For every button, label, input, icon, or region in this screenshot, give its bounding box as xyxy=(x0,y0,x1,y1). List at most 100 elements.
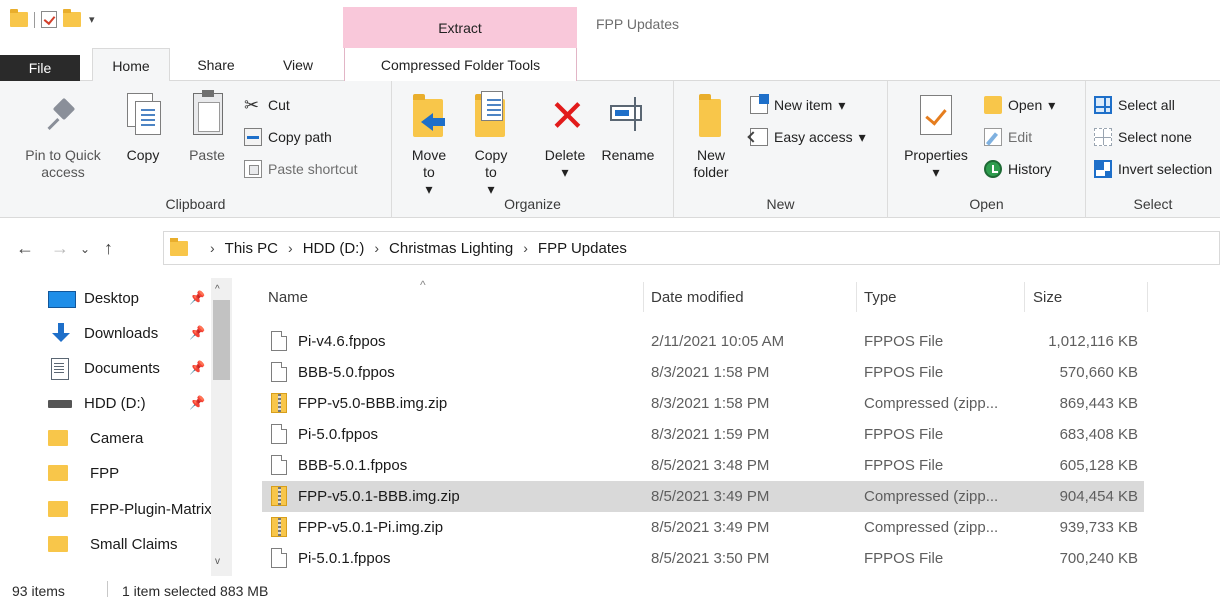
file-list: ^ Name Date modified Type Size Pi-v4.6.f… xyxy=(262,278,1220,576)
delete-label: Delete xyxy=(544,147,586,163)
properties-button[interactable]: Properties ▾ xyxy=(896,91,976,181)
selection-summary: 1 item selected 883 MB xyxy=(122,583,269,599)
up-arrow-icon[interactable]: ↑ xyxy=(104,238,113,259)
paste-button[interactable]: Paste xyxy=(182,90,232,164)
column-name[interactable]: Name xyxy=(268,289,308,309)
table-row[interactable]: Pi-5.0.fppos 8/3/2021 1:59 PM FPPOS File 68… xyxy=(262,419,1144,450)
file-name: Pi-5.0.fppos xyxy=(298,426,379,443)
select-all-button[interactable]: Select all xyxy=(1094,94,1175,116)
new-folder-icon[interactable] xyxy=(63,9,81,27)
extract-context-tab[interactable]: Extract xyxy=(343,7,577,48)
tab-compressed-folder-tools[interactable]: Compressed Folder Tools xyxy=(344,48,577,81)
new-folder-icon xyxy=(691,91,731,139)
tab-share[interactable]: Share xyxy=(180,48,252,81)
file-name: BBB-5.0.fppos xyxy=(298,364,395,381)
breadcrumb-fpp-updates[interactable]: FPP Updates xyxy=(538,240,627,257)
status-bar: 93 items 1 item selected 883 MB xyxy=(0,576,1220,603)
pin-icon[interactable]: 📌 xyxy=(189,360,205,376)
file-type: FPPOS File xyxy=(864,550,944,567)
easy-access-button[interactable]: Easy access ▾ xyxy=(750,126,866,148)
open-label: Open xyxy=(1008,97,1043,113)
edit-button[interactable]: Edit xyxy=(984,126,1032,148)
select-none-button[interactable]: Select none xyxy=(1094,126,1192,148)
new-item-button[interactable]: New item ▾ xyxy=(750,94,845,116)
table-row[interactable]: FPP-v5.0.1-BBB.img.zip 8/5/2021 3:49 PM Co… xyxy=(262,481,1144,512)
back-arrow-icon[interactable]: ← xyxy=(16,238,34,259)
nav-item-small-claims[interactable]: Small Claims xyxy=(48,528,213,560)
column-divider[interactable] xyxy=(856,282,857,312)
zip-file-icon xyxy=(271,486,287,506)
table-row[interactable]: FPP-v5.0-BBB.img.zip 8/3/2021 1:58 PM Comp… xyxy=(262,388,1144,419)
table-row[interactable]: Pi-v4.6.fppos 2/11/2021 10:05 AM FPPOS Fil… xyxy=(262,326,1144,357)
tab-view[interactable]: View xyxy=(262,48,334,81)
rename-button[interactable]: Rename xyxy=(598,91,658,164)
open-button[interactable]: Open ▾ xyxy=(984,94,1055,116)
history-icon xyxy=(984,160,1002,178)
tab-file[interactable]: File xyxy=(0,55,80,81)
cut-button[interactable]: ✂ Cut xyxy=(244,94,290,116)
column-date-modified[interactable]: Date modified xyxy=(651,289,744,309)
copy-label: Copy xyxy=(126,147,160,163)
customize-toolbar-dropdown-icon[interactable]: ▾ xyxy=(89,13,95,26)
column-size[interactable]: Size xyxy=(1033,289,1062,309)
copy-button[interactable]: Copy xyxy=(120,91,166,164)
navigation-pane: Desktop 📌 Downloads 📌 Documents 📌 HDD (D… xyxy=(0,278,232,576)
table-row[interactable]: FPP-v5.0.1-Pi.img.zip 8/5/2021 3:49 PM Com… xyxy=(262,512,1144,543)
breadcrumb-christmas-lighting[interactable]: Christmas Lighting xyxy=(389,240,513,257)
history-button[interactable]: History xyxy=(984,158,1052,180)
breadcrumb-chevron-icon[interactable]: › xyxy=(288,240,293,256)
recent-locations-chevron-icon[interactable]: ⌄ xyxy=(80,242,90,256)
nav-item-camera[interactable]: Camera xyxy=(48,422,213,454)
copy-to-button[interactable]: Copy to ▾ xyxy=(468,91,514,198)
scroll-up-icon[interactable]: ^ xyxy=(215,284,220,295)
breadcrumb-hdd[interactable]: HDD (D:) xyxy=(303,240,365,257)
breadcrumb-chevron-icon[interactable]: › xyxy=(523,240,528,256)
table-row[interactable]: BBB-5.0.1.fppos 8/5/2021 3:48 PM FPPOS Fil… xyxy=(262,450,1144,481)
copy-path-button[interactable]: Copy path xyxy=(244,126,332,148)
tab-home[interactable]: Home xyxy=(92,48,170,82)
scrollbar-thumb[interactable] xyxy=(213,300,230,380)
pin-icon[interactable]: 📌 xyxy=(189,290,205,306)
folder-icon xyxy=(48,428,74,448)
pin-icon[interactable]: 📌 xyxy=(189,395,205,411)
column-divider[interactable] xyxy=(1024,282,1025,312)
table-row[interactable]: Pi-5.0.1.fppos 8/5/2021 3:50 PM FPPOS File… xyxy=(262,543,1144,574)
file-name: FPP-v5.0.1-BBB.img.zip xyxy=(298,488,460,505)
history-label: History xyxy=(1008,161,1052,177)
file-date-modified: 8/5/2021 3:49 PM xyxy=(651,519,770,536)
new-folder-button[interactable]: New folder xyxy=(686,91,736,181)
nav-scrollbar[interactable]: ^ v xyxy=(211,278,232,576)
move-to-button[interactable]: Move to ▾ xyxy=(404,91,454,198)
column-divider[interactable] xyxy=(643,282,644,312)
column-divider[interactable] xyxy=(1147,282,1148,312)
invert-selection-icon xyxy=(1094,160,1112,178)
nav-item-label: Small Claims xyxy=(90,535,178,553)
table-row[interactable]: BBB-5.0.fppos 8/3/2021 1:58 PM FPPOS File 5… xyxy=(262,357,1144,388)
chevron-down-icon: ▾ xyxy=(561,164,569,180)
file-icon xyxy=(271,424,287,444)
forward-arrow-icon[interactable]: → xyxy=(51,238,69,259)
breadcrumb-chevron-icon[interactable]: › xyxy=(210,240,215,256)
delete-button[interactable]: ✕ Delete ▾ xyxy=(538,91,592,181)
paste-label: Paste xyxy=(189,147,225,163)
scroll-down-icon[interactable]: v xyxy=(215,556,220,567)
breadcrumb-this-pc[interactable]: This PC xyxy=(225,240,278,257)
easy-access-icon xyxy=(750,128,768,146)
nav-item-fpp[interactable]: FPP xyxy=(48,457,213,489)
address-bar[interactable]: › This PC › HDD (D:) › Christmas Lightin… xyxy=(163,231,1220,265)
clipboard-group: Pin to Quick access Copy Paste ✂ Cut Cop… xyxy=(0,81,392,218)
column-type[interactable]: Type xyxy=(864,289,897,309)
properties-check-icon[interactable] xyxy=(41,11,57,28)
file-type: FPPOS File xyxy=(864,364,944,381)
invert-selection-button[interactable]: Invert selection xyxy=(1094,158,1212,180)
pin-label: Pin to Quick access xyxy=(25,147,101,180)
easy-access-label: Easy access xyxy=(774,129,853,145)
column-header: ^ Name Date modified Type Size xyxy=(262,278,1152,313)
sort-ascending-icon: ^ xyxy=(420,278,426,292)
pin-to-quick-access-button[interactable]: Pin to Quick access xyxy=(12,91,114,181)
pin-icon[interactable]: 📌 xyxy=(189,325,205,341)
breadcrumb-chevron-icon[interactable]: › xyxy=(374,240,379,256)
chevron-down-icon: ▾ xyxy=(932,164,940,180)
paste-shortcut-button[interactable]: Paste shortcut xyxy=(244,158,358,180)
nav-item-fpp-plugin-matrix[interactable]: FPP-Plugin-Matrix xyxy=(48,493,213,525)
